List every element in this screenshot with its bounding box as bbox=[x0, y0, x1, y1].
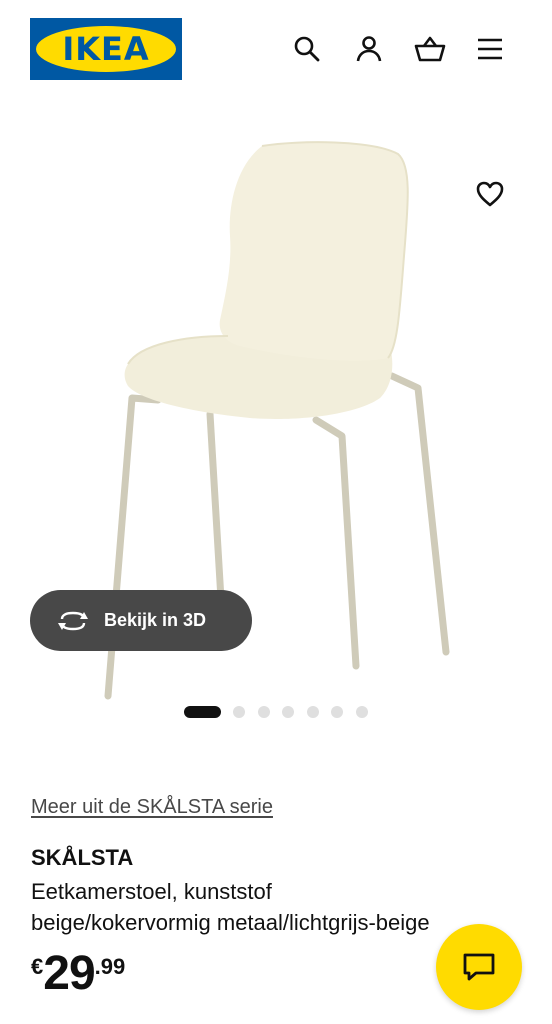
account-icon[interactable] bbox=[352, 32, 386, 66]
pagination-dot-active[interactable] bbox=[184, 706, 221, 718]
price-decimals: .99 bbox=[94, 954, 126, 979]
product-price: €29.99 bbox=[31, 946, 125, 1002]
product-image-gallery[interactable]: Bekijk in 3D bbox=[0, 96, 552, 726]
menu-icon[interactable] bbox=[473, 32, 507, 66]
price-integer: 29 bbox=[43, 947, 95, 1000]
product-name: SKÅLSTA bbox=[31, 845, 134, 870]
chat-button[interactable] bbox=[436, 924, 522, 1010]
pagination-dot[interactable] bbox=[307, 706, 319, 718]
rotate-3d-icon bbox=[56, 609, 90, 633]
pagination-dot[interactable] bbox=[258, 706, 270, 718]
pagination-dot[interactable] bbox=[233, 706, 245, 718]
series-link[interactable]: Meer uit de SKÅLSTA serie bbox=[31, 796, 273, 819]
pagination-dot[interactable] bbox=[356, 706, 368, 718]
logo-text: IKEA bbox=[62, 30, 150, 68]
product-description: Eetkamerstoel, kunststof beige/kokervorm… bbox=[31, 876, 531, 938]
view-3d-button[interactable]: Bekijk in 3D bbox=[30, 590, 252, 651]
logo-oval: IKEA bbox=[36, 26, 176, 72]
chat-icon bbox=[463, 953, 495, 981]
price-currency: € bbox=[31, 954, 44, 979]
search-icon[interactable] bbox=[290, 32, 324, 66]
product-description-line1: Eetkamerstoel, kunststof bbox=[31, 879, 272, 904]
favorite-heart-icon[interactable] bbox=[470, 174, 510, 214]
gallery-pagination bbox=[0, 706, 552, 720]
pagination-dot[interactable] bbox=[331, 706, 343, 718]
ikea-logo[interactable]: IKEA bbox=[30, 18, 182, 80]
view-3d-label: Bekijk in 3D bbox=[104, 610, 207, 630]
basket-icon[interactable] bbox=[413, 32, 447, 66]
pagination-dot[interactable] bbox=[282, 706, 294, 718]
site-header: IKEA bbox=[0, 0, 552, 96]
